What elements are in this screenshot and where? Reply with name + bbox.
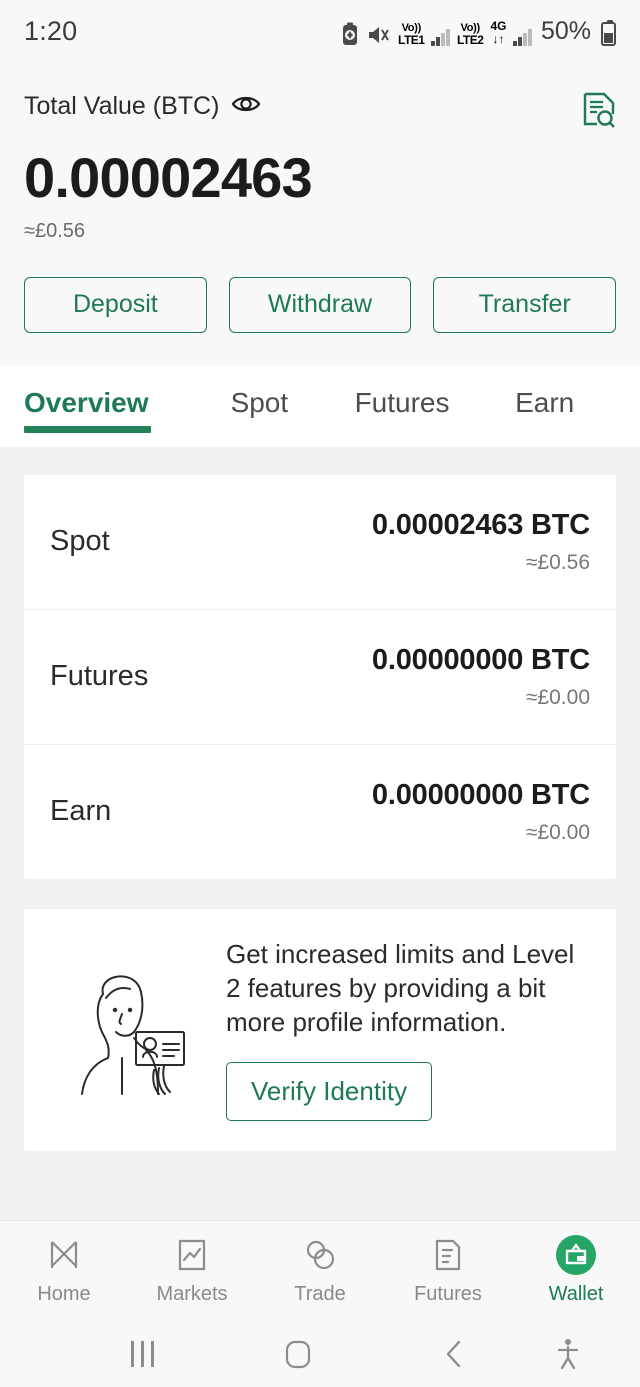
recents-icon[interactable] <box>78 1340 206 1367</box>
sim2-signal-icon <box>513 28 532 46</box>
chart-box-icon <box>176 1236 208 1274</box>
status-bar: 1:20 Vo)) LTE1 Vo)) LTE2 4G ↓↑ 50% <box>0 0 640 62</box>
home-logo-icon <box>47 1236 81 1274</box>
nav-label: Wallet <box>548 1282 604 1305</box>
tab-earn[interactable]: Earn <box>473 365 616 419</box>
verify-identity-text: Get increased limits and Level 2 feature… <box>226 938 575 1038</box>
alarm-icon <box>340 22 360 46</box>
nav-item-futures[interactable]: Futures <box>384 1236 512 1306</box>
tab-futures[interactable]: Futures <box>331 365 474 419</box>
withdraw-button[interactable]: Withdraw <box>228 276 412 333</box>
balance-name: Spot <box>50 525 110 558</box>
verify-identity-button[interactable]: Verify Identity <box>226 1061 433 1121</box>
nav-item-home[interactable]: Home <box>0 1236 128 1306</box>
tab-overview[interactable]: Overview <box>24 365 188 433</box>
sim2-volte-indicator: Vo)) LTE2 <box>456 21 484 47</box>
table-row[interactable]: Futures 0.00000000 BTC ≈£0.00 <box>24 608 616 744</box>
document-search-icon[interactable] <box>582 92 616 135</box>
wallet-icon <box>555 1234 597 1275</box>
total-value-fiat: ≈£0.56 <box>24 219 86 242</box>
network-type-indicator: 4G ↓↑ <box>490 19 507 46</box>
nav-label: Home <box>37 1282 91 1305</box>
mute-icon <box>367 24 391 46</box>
balance-name: Futures <box>50 660 149 693</box>
balance-name: Earn <box>50 795 112 828</box>
document-icon <box>433 1236 463 1274</box>
battery-percent-label: 50% <box>540 16 591 45</box>
status-bar-time: 1:20 <box>24 15 78 46</box>
bottom-navigation: Home Markets Trade Futures Wallet <box>0 1220 640 1320</box>
nav-label: Futures <box>414 1282 482 1305</box>
sim1-volte-indicator: Vo)) LTE1 <box>398 21 425 47</box>
table-row[interactable]: Earn 0.00000000 BTC ≈£0.00 <box>24 743 616 879</box>
wallet-content: Spot 0.00002463 BTC ≈£0.56 Futures 0.000… <box>0 446 640 1220</box>
deposit-button[interactable]: Deposit <box>24 276 207 333</box>
wallet-screen: 1:20 Vo)) LTE1 Vo)) LTE2 4G ↓↑ 50% Total… <box>0 0 640 1387</box>
home-icon[interactable] <box>206 1338 390 1370</box>
balance-amount: 0.00000000 BTC <box>371 643 590 676</box>
nav-item-trade[interactable]: Trade <box>256 1236 384 1306</box>
two-coins-icon <box>303 1236 337 1274</box>
accessibility-icon[interactable] <box>518 1337 618 1371</box>
back-icon[interactable] <box>390 1338 518 1370</box>
tab-spot[interactable]: Spot <box>188 365 331 419</box>
verify-identity-banner: Get increased limits and Level 2 feature… <box>24 908 616 1151</box>
transfer-button[interactable]: Transfer <box>433 276 617 333</box>
total-value-label: Total Value (BTC) <box>24 92 220 120</box>
nav-label: Markets <box>156 1282 228 1305</box>
action-buttons: Deposit Withdraw Transfer <box>0 242 640 365</box>
balance-fiat: ≈£0.00 <box>525 820 590 844</box>
nav-item-markets[interactable]: Markets <box>128 1236 256 1306</box>
balance-fiat: ≈£0.56 <box>525 550 590 574</box>
balance-header: Total Value (BTC) 0.00002463 ≈£0.56 <box>0 62 640 243</box>
table-row[interactable]: Spot 0.00002463 BTC ≈£0.56 <box>24 475 616 609</box>
total-value-amount: 0.00002463 <box>24 146 313 209</box>
battery-icon <box>601 19 616 46</box>
balance-amount: 0.00002463 BTC <box>371 508 590 541</box>
balance-amount: 0.00000000 BTC <box>371 778 590 811</box>
balance-fiat: ≈£0.00 <box>525 685 590 709</box>
sim1-signal-icon <box>431 28 450 46</box>
wallet-tabs: Overview Spot Futures Earn <box>0 364 640 447</box>
nav-label: Trade <box>294 1282 346 1305</box>
person-holding-id-card-illustration <box>48 954 218 1104</box>
balances-card: Spot 0.00002463 BTC ≈£0.56 Futures 0.000… <box>24 474 616 879</box>
nav-item-wallet[interactable]: Wallet <box>512 1234 640 1306</box>
eye-icon[interactable] <box>231 93 261 120</box>
android-system-navigation <box>0 1320 640 1387</box>
